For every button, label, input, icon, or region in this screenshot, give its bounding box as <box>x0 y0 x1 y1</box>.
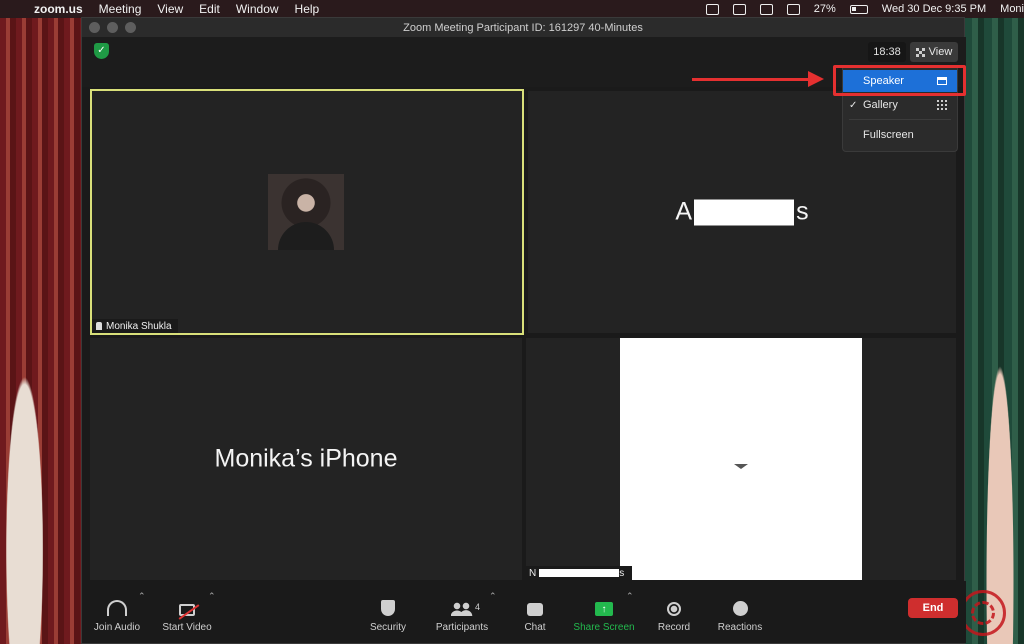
desktop-background-left <box>0 18 82 644</box>
view-option-fullscreen[interactable]: Fullscreen <box>843 124 957 146</box>
participant-nametag: Ns <box>526 566 632 580</box>
participant-big-name: As <box>528 198 956 227</box>
record-label: Record <box>657 622 691 633</box>
name-suffix: s <box>619 567 625 579</box>
record-icon <box>667 602 681 616</box>
watermark-logo-icon <box>960 590 1006 636</box>
security-button[interactable]: Security <box>353 589 423 633</box>
chat-label: Chat <box>524 622 546 633</box>
start-video-label: Start Video <box>162 622 212 633</box>
maximize-window-button[interactable] <box>125 22 136 33</box>
grid-icon <box>915 47 925 57</box>
view-option-label: Fullscreen <box>863 129 914 141</box>
security-label: Security <box>369 622 407 633</box>
join-audio-label: Join Audio <box>93 622 141 633</box>
participants-count: 4 <box>475 602 481 612</box>
share-options-caret[interactable]: ⌃ <box>626 591 634 602</box>
menubar-status-area: 27% Wed 30 Dec 9:35 PM Moni <box>705 0 1024 18</box>
reactions-label: Reactions <box>717 622 763 633</box>
headphones-icon <box>107 600 127 616</box>
video-tile-monikas-iphone[interactable]: Monika’s iPhone <box>90 338 522 580</box>
name-prefix: N <box>529 567 537 579</box>
view-option-label: Gallery <box>863 99 898 111</box>
video-tile-monika-shukla[interactable]: Monika Shukla <box>90 89 524 335</box>
menubar-clock[interactable]: Wed 30 Dec 9:35 PM <box>882 3 986 15</box>
minimize-window-button[interactable] <box>107 22 118 33</box>
participant-nametag: Monika Shukla <box>92 319 178 333</box>
battery-percent: 27% <box>813 3 836 15</box>
participant-big-name: Monika’s iPhone <box>214 444 398 473</box>
chat-bubble-icon <box>527 603 543 616</box>
window-title: Zoom Meeting Participant ID: 161297 40-M… <box>403 21 643 34</box>
meeting-timer: 18:38 <box>868 42 906 62</box>
menu-app-name[interactable]: zoom.us <box>34 2 83 16</box>
battery-icon[interactable] <box>849 4 868 14</box>
view-button-label: View <box>928 46 953 58</box>
security-shield-icon <box>381 600 395 616</box>
checkmark-icon: ✓ <box>849 99 858 111</box>
annotation-highlight-box <box>833 65 966 96</box>
traffic-lights <box>89 22 136 33</box>
menu-meeting[interactable]: Meeting <box>99 2 142 16</box>
zoom-status-icon[interactable] <box>705 3 719 15</box>
participants-options-caret[interactable]: ⌃ <box>489 591 497 602</box>
redaction-block <box>539 569 620 577</box>
annotation-arrow-icon <box>692 71 824 87</box>
macos-menubar: zoom.us Meeting View Edit Window Help 27… <box>0 0 1024 18</box>
view-button[interactable]: View <box>910 42 958 62</box>
gallery-view-icon <box>937 100 947 110</box>
link-icon[interactable] <box>759 3 773 15</box>
reactions-smiley-icon <box>732 601 748 616</box>
reactions-button[interactable]: Reactions <box>705 589 775 633</box>
participant-photo <box>268 174 344 250</box>
view-option-gallery[interactable]: ✓ Gallery <box>843 94 957 116</box>
video-options-caret[interactable]: ⌃ <box>208 591 216 602</box>
name-suffix: s <box>796 197 809 226</box>
participants-label: Participants <box>435 622 489 633</box>
audio-options-caret[interactable]: ⌃ <box>138 591 146 602</box>
share-screen-icon: ↑ <box>595 602 613 616</box>
chat-button[interactable]: Chat <box>500 589 570 633</box>
record-button[interactable]: Record <box>639 589 709 633</box>
pin-icon <box>96 322 102 330</box>
zoom-meeting-window: Zoom Meeting Participant ID: 161297 40-M… <box>81 17 966 644</box>
menu-window[interactable]: Window <box>236 2 279 16</box>
menu-edit[interactable]: Edit <box>199 2 220 16</box>
menu-view[interactable]: View <box>157 2 183 16</box>
end-meeting-button[interactable]: End <box>908 598 958 618</box>
participants-button[interactable]: 4 Participants <box>427 589 497 633</box>
participants-icon: 4 <box>451 602 480 616</box>
video-tile-screen-participant[interactable]: Ns <box>526 338 956 580</box>
redaction-block <box>694 199 795 226</box>
participant-name: Monika Shukla <box>106 320 172 332</box>
close-window-button[interactable] <box>89 22 100 33</box>
name-prefix: A <box>675 197 693 226</box>
menu-help[interactable]: Help <box>295 2 320 16</box>
menu-divider <box>849 119 951 120</box>
participant-video-white <box>620 338 862 580</box>
menubar-user[interactable]: Moni <box>1000 3 1024 15</box>
window-titlebar: Zoom Meeting Participant ID: 161297 40-M… <box>82 18 964 37</box>
desktop-background-right <box>960 18 1024 644</box>
video-off-icon <box>179 604 195 616</box>
share-screen-label: Share Screen <box>573 622 635 633</box>
encryption-shield-icon[interactable]: ✓ <box>94 43 109 59</box>
bluetooth-icon[interactable] <box>732 3 746 15</box>
display-icon[interactable] <box>786 3 800 15</box>
meeting-toolbar: Join Audio ⌃ Start Video ⌃ Security 4 Pa… <box>82 581 966 643</box>
